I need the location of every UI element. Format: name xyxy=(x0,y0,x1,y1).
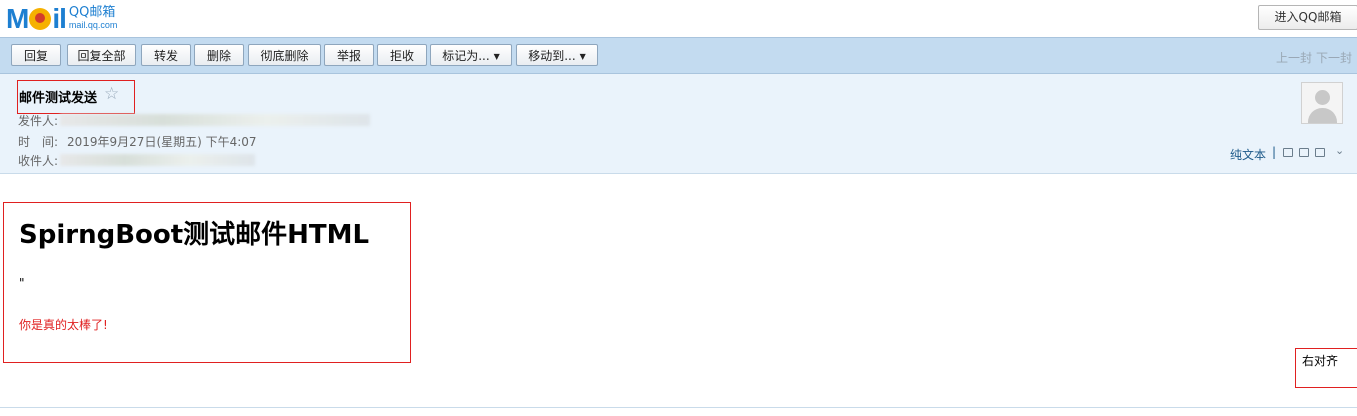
note-icon[interactable] xyxy=(1283,148,1293,157)
right-aligned-text: 右对齐 xyxy=(1302,354,1339,368)
avatar-icon xyxy=(1301,82,1343,124)
sender-redacted xyxy=(60,114,370,126)
reject-button[interactable]: 拒收 xyxy=(377,44,427,66)
time-value: 2019年9月27日(星期五) 下午4:07 xyxy=(67,135,257,149)
quote-mark: " xyxy=(19,276,25,290)
recipient-redacted xyxy=(60,154,255,166)
reply-all-button[interactable]: 回复全部 xyxy=(67,44,136,66)
mail-toolbar: 回复 回复全部 转发 删除 彻底删除 举报 拒收 标记为... ▼ 移动到... ▼… xyxy=(0,37,1357,74)
prev-mail-link[interactable]: 上一封 xyxy=(1276,49,1312,66)
top-header: Mil QQ邮箱 mail.qq.com 进入QQ邮箱 xyxy=(0,0,1357,37)
delete-button[interactable]: 删除 xyxy=(194,44,244,66)
sender-label: 发件人: xyxy=(18,114,59,128)
print-icon[interactable] xyxy=(1315,148,1325,157)
logo-sub: QQ邮箱 mail.qq.com xyxy=(69,6,118,32)
divider xyxy=(0,407,1357,408)
plaintext-link[interactable]: 纯文本 xyxy=(1230,146,1266,163)
caret-down-icon: ▼ xyxy=(493,52,500,61)
chevron-down-icon[interactable]: ⌄ xyxy=(1335,144,1344,157)
recipient-label: 收件人: xyxy=(18,154,59,168)
mark-as-dropdown[interactable]: 标记为... ▼ xyxy=(430,44,512,66)
forward-button[interactable]: 转发 xyxy=(141,44,191,66)
reply-button[interactable]: 回复 xyxy=(11,44,61,66)
logo-url: mail.qq.com xyxy=(68,20,118,30)
qq-mail-logo[interactable]: Mil QQ邮箱 mail.qq.com xyxy=(6,4,117,34)
folder-icon[interactable] xyxy=(1299,148,1309,157)
next-mail-link[interactable]: 下一封 xyxy=(1316,49,1352,66)
caret-down-icon: ▼ xyxy=(579,52,586,61)
logo-o-icon xyxy=(29,8,52,30)
permanent-delete-button[interactable]: 彻底删除 xyxy=(248,44,321,66)
avatar-body xyxy=(1308,108,1337,123)
email-heading: SpirngBoot测试邮件HTML xyxy=(19,220,370,250)
time-label: 时 间: xyxy=(18,135,59,149)
mark-as-label: 标记为... xyxy=(442,49,490,63)
logo-cn: QQ邮箱 xyxy=(68,5,116,20)
mail-subject: 邮件测试发送 xyxy=(19,91,98,106)
enter-qq-mail-button[interactable]: 进入QQ邮箱 xyxy=(1258,5,1357,30)
report-button[interactable]: 举报 xyxy=(324,44,374,66)
move-to-label: 移动到... xyxy=(528,49,576,63)
logo-word: Mil xyxy=(6,3,67,34)
move-to-dropdown[interactable]: 移动到... ▼ xyxy=(516,44,598,66)
separator: | xyxy=(1272,145,1277,159)
red-paragraph: 你是真的太棒了! xyxy=(19,318,108,332)
avatar-head xyxy=(1315,90,1330,105)
star-icon[interactable]: ☆ xyxy=(104,84,119,104)
mail-header: 邮件测试发送 ☆ 发件人: 时 间: 2019年9月27日(星期五) 下午4:0… xyxy=(0,74,1357,174)
